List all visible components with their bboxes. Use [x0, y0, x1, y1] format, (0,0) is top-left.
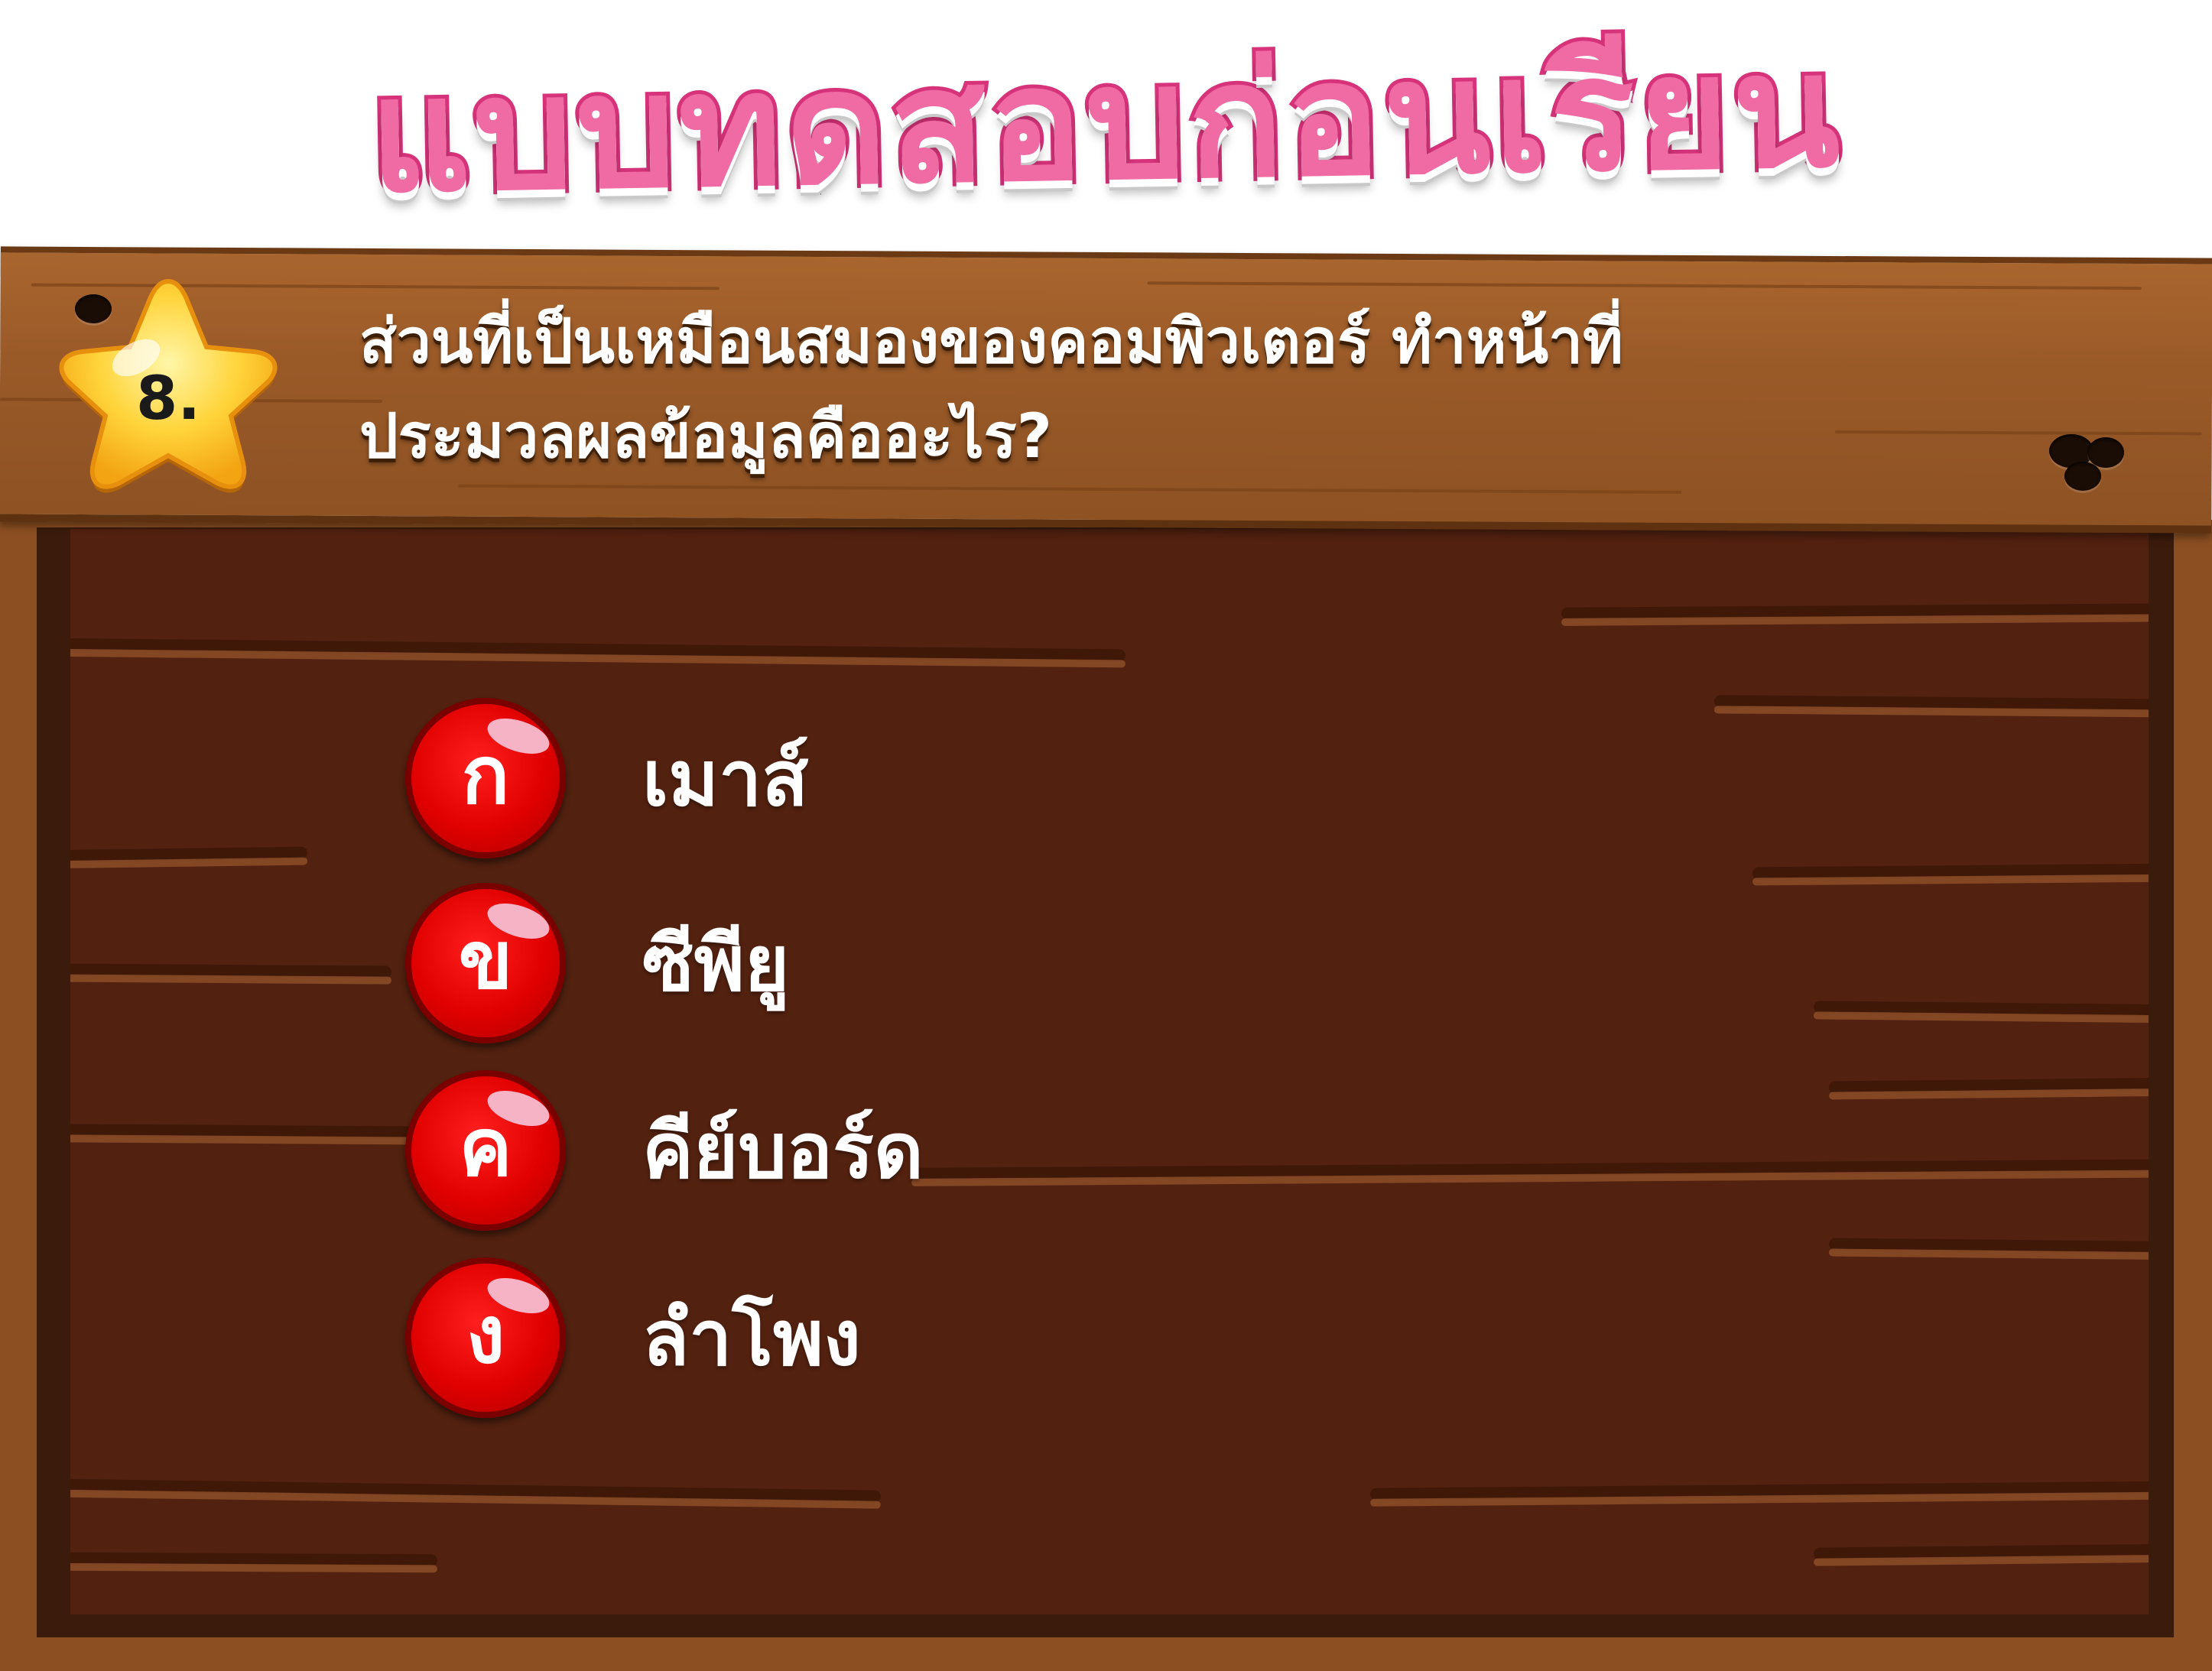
wood-grain: [1752, 863, 2149, 880]
wood-grain: [70, 1552, 438, 1567]
option-b-badge[interactable]: ข: [405, 883, 566, 1043]
wood-grain: [1369, 1481, 2149, 1501]
question-text-line-1: ส่วนที่เป็นเหมือนสมองของคอมพิวเตอร์ ทำหน…: [359, 306, 1623, 377]
wood-grain: [1813, 1543, 2149, 1560]
option-d[interactable]: ง ลำโพง: [405, 1257, 1476, 1418]
wood-grain: [1713, 695, 2149, 712]
option-c-letter: ค: [459, 1101, 512, 1194]
page-title: แบบทดสอบก่อนเรียน: [364, 16, 1848, 232]
option-d-text[interactable]: ลำโพง: [642, 1277, 861, 1399]
wood-grain: [1828, 1077, 2149, 1094]
option-c[interactable]: ค คีย์บอร์ด: [405, 1070, 1476, 1231]
question-number: 8.: [136, 365, 200, 433]
wood-grain: [70, 846, 308, 863]
question-number-badge: 8.: [46, 268, 291, 512]
option-a-badge[interactable]: ก: [405, 698, 566, 858]
plank-grain: [458, 484, 1682, 494]
option-c-badge[interactable]: ค: [405, 1070, 566, 1231]
page-title-banner: แบบทดสอบก่อนเรียน: [0, 0, 2212, 245]
option-d-letter: ง: [466, 1288, 505, 1381]
plank-grain: [1147, 281, 2142, 290]
wood-grain: [70, 1478, 882, 1503]
option-c-text[interactable]: คีย์บอร์ด: [642, 1090, 924, 1212]
question-text-line-2: ประมวลผลข้อมูลคืออะไร?: [359, 401, 1052, 472]
option-b-letter: ข: [458, 913, 513, 1007]
question-text: ส่วนที่เป็นเหมือนสมองของคอมพิวเตอร์ ทำหน…: [359, 294, 2103, 484]
wood-grain: [1813, 1001, 2149, 1017]
option-a[interactable]: ก เมาส์: [405, 698, 1476, 858]
wood-grain: [70, 963, 392, 978]
option-a-text[interactable]: เมาส์: [642, 718, 808, 839]
wood-grain: [70, 638, 1126, 662]
option-b-text[interactable]: ซีพียู: [642, 903, 789, 1024]
option-a-letter: ก: [461, 728, 510, 822]
wood-grain: [1561, 603, 2149, 620]
option-d-badge[interactable]: ง: [405, 1257, 566, 1418]
wood-grain: [1828, 1238, 2149, 1254]
option-b[interactable]: ข ซีพียู: [405, 883, 1476, 1043]
